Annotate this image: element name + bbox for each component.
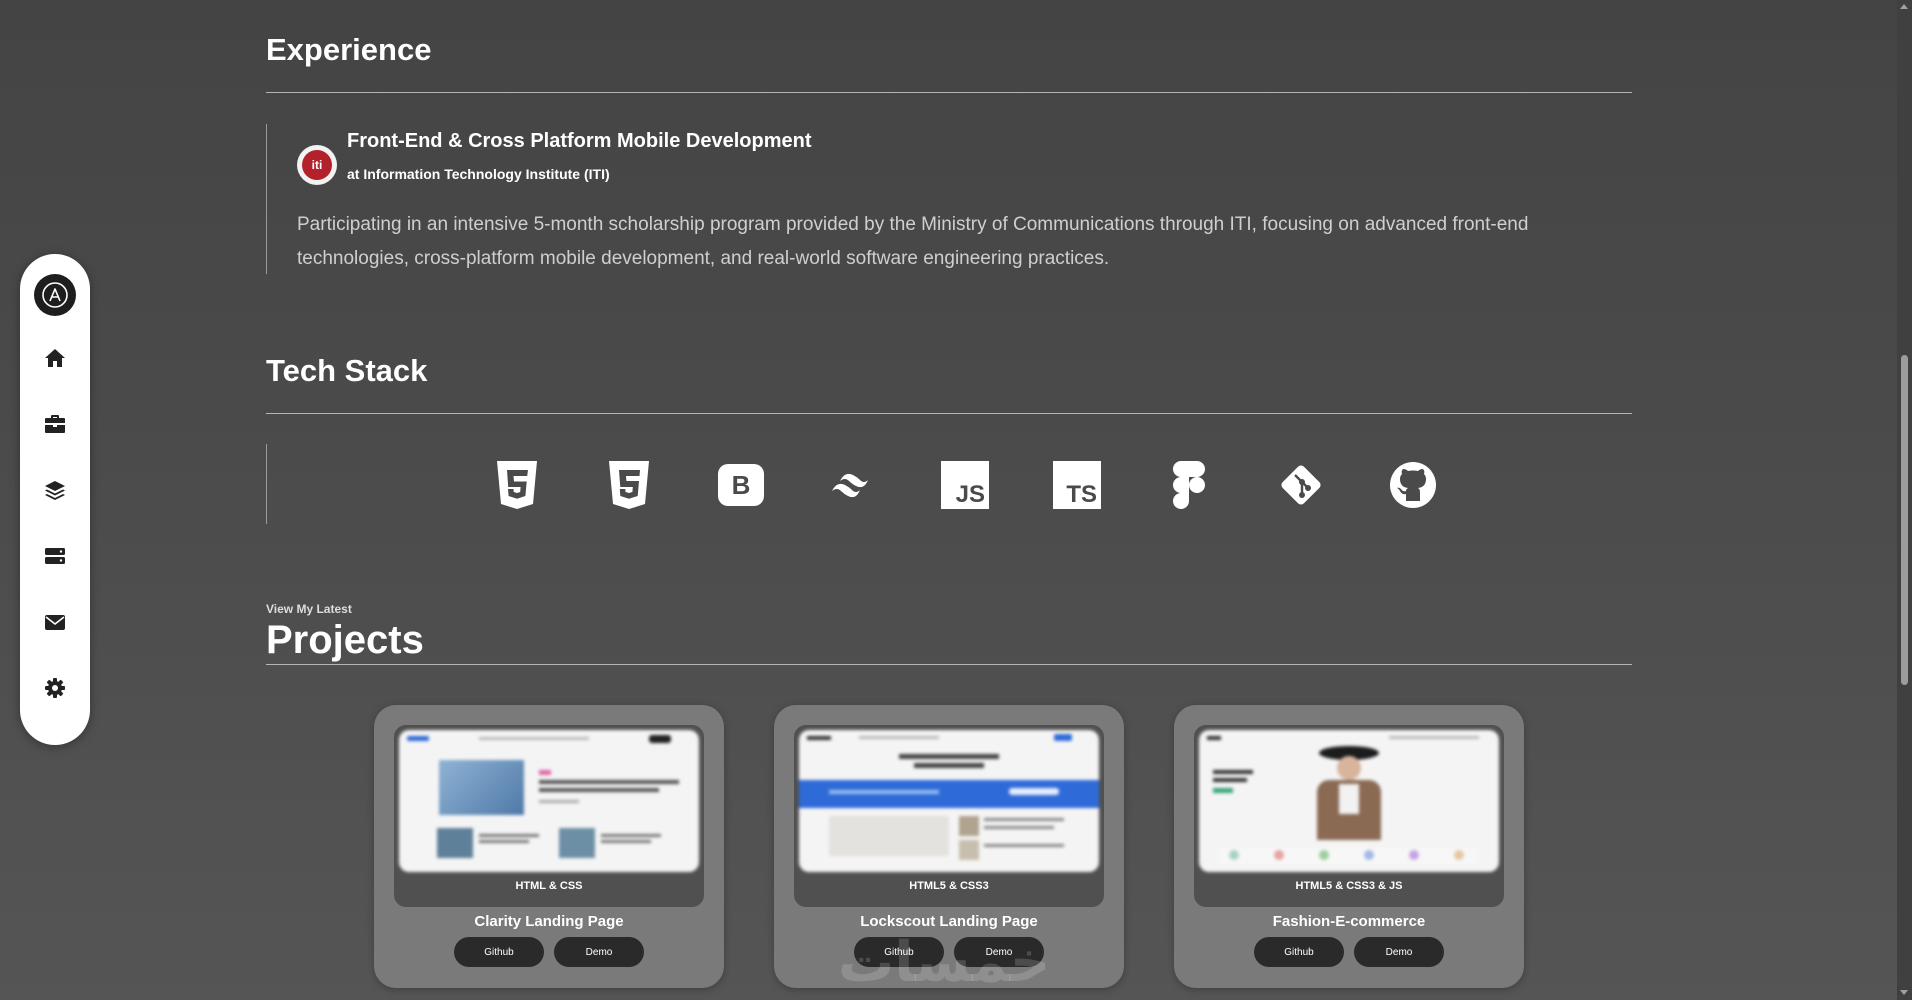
tech-stack-heading: Tech Stack [266, 353, 428, 388]
demo-button[interactable]: Demo [554, 937, 644, 967]
project-tech-tag: HTML5 & CSS3 & JS [1295, 880, 1403, 892]
projects-divider [266, 664, 1632, 665]
scroll-up-icon[interactable] [1900, 4, 1908, 9]
project-title: Clarity Landing Page [474, 913, 624, 930]
project-preview-frame: HTML5 & CSS3 & JS [1194, 725, 1504, 907]
typescript-icon: TS [1052, 460, 1102, 510]
envelope-icon[interactable] [43, 610, 67, 634]
clarity-screenshot[interactable] [399, 730, 699, 872]
layers-icon[interactable] [43, 478, 67, 502]
project-preview-frame: HTML & CSS [394, 725, 704, 907]
server-icon[interactable] [43, 544, 67, 568]
projects-heading: Projects [266, 618, 424, 662]
lockscout-screenshot[interactable] [799, 730, 1099, 872]
gear-icon[interactable] [43, 676, 67, 700]
javascript-icon: JS [940, 460, 990, 510]
project-card-clarity[interactable]: HTML & CSS Clarity Landing Page Github D… [374, 705, 724, 988]
bootstrap-letter: B [731, 469, 751, 500]
project-tech-tag: HTML & CSS [515, 880, 583, 892]
experience-item: iti Front-End & Cross Platform Mobile De… [266, 124, 1633, 274]
javascript-label: JS [955, 481, 985, 508]
projects-eyebrow: View My Latest [266, 602, 352, 616]
iti-logo-icon: iti [297, 145, 337, 185]
project-title: Fashion-E-commerce [1272, 913, 1426, 930]
project-card-fashion[interactable]: HTML5 & CSS3 & JS Fashion-E-commerce Git… [1174, 705, 1524, 988]
experience-title: Front-End & Cross Platform Mobile Develo… [347, 130, 812, 152]
github-button[interactable]: Github [1254, 937, 1344, 967]
demo-button[interactable]: Demo [1354, 937, 1444, 967]
experience-heading: Experience [266, 32, 432, 67]
github-icon [1388, 460, 1438, 510]
iti-logo-text: iti [311, 158, 323, 172]
scroll-down-icon[interactable] [1900, 990, 1908, 995]
html5-icon [492, 460, 542, 510]
sidebar-nav [20, 254, 90, 745]
home-icon[interactable] [43, 346, 67, 370]
briefcase-icon[interactable] [43, 412, 67, 436]
git-icon [1276, 460, 1326, 510]
project-tech-tag: HTML5 & CSS3 [909, 880, 989, 892]
tech-stack-divider [266, 413, 1632, 414]
watermark-logo: خمسات [838, 930, 1051, 995]
page-scrollbar[interactable] [1897, 0, 1912, 1000]
scrollbar-thumb[interactable] [1901, 355, 1908, 685]
css3-icon [604, 460, 654, 510]
project-preview-frame: HTML5 & CSS3 [794, 725, 1104, 907]
tech-stack-row: B JS TS [266, 444, 1633, 524]
typescript-label: TS [1066, 481, 1097, 508]
experience-description: Participating in an intensive 5-month sc… [297, 214, 1529, 269]
github-button[interactable]: Github [454, 937, 544, 967]
bootstrap-icon: B [716, 460, 766, 510]
tailwind-icon [828, 460, 878, 510]
project-title: Lockscout Landing Page [860, 913, 1038, 930]
experience-organization: at Information Technology Institute (ITI… [347, 166, 610, 182]
logo-icon[interactable] [34, 274, 76, 316]
experience-divider [266, 92, 1632, 93]
fashion-screenshot[interactable] [1199, 730, 1499, 872]
figma-icon [1164, 460, 1214, 510]
